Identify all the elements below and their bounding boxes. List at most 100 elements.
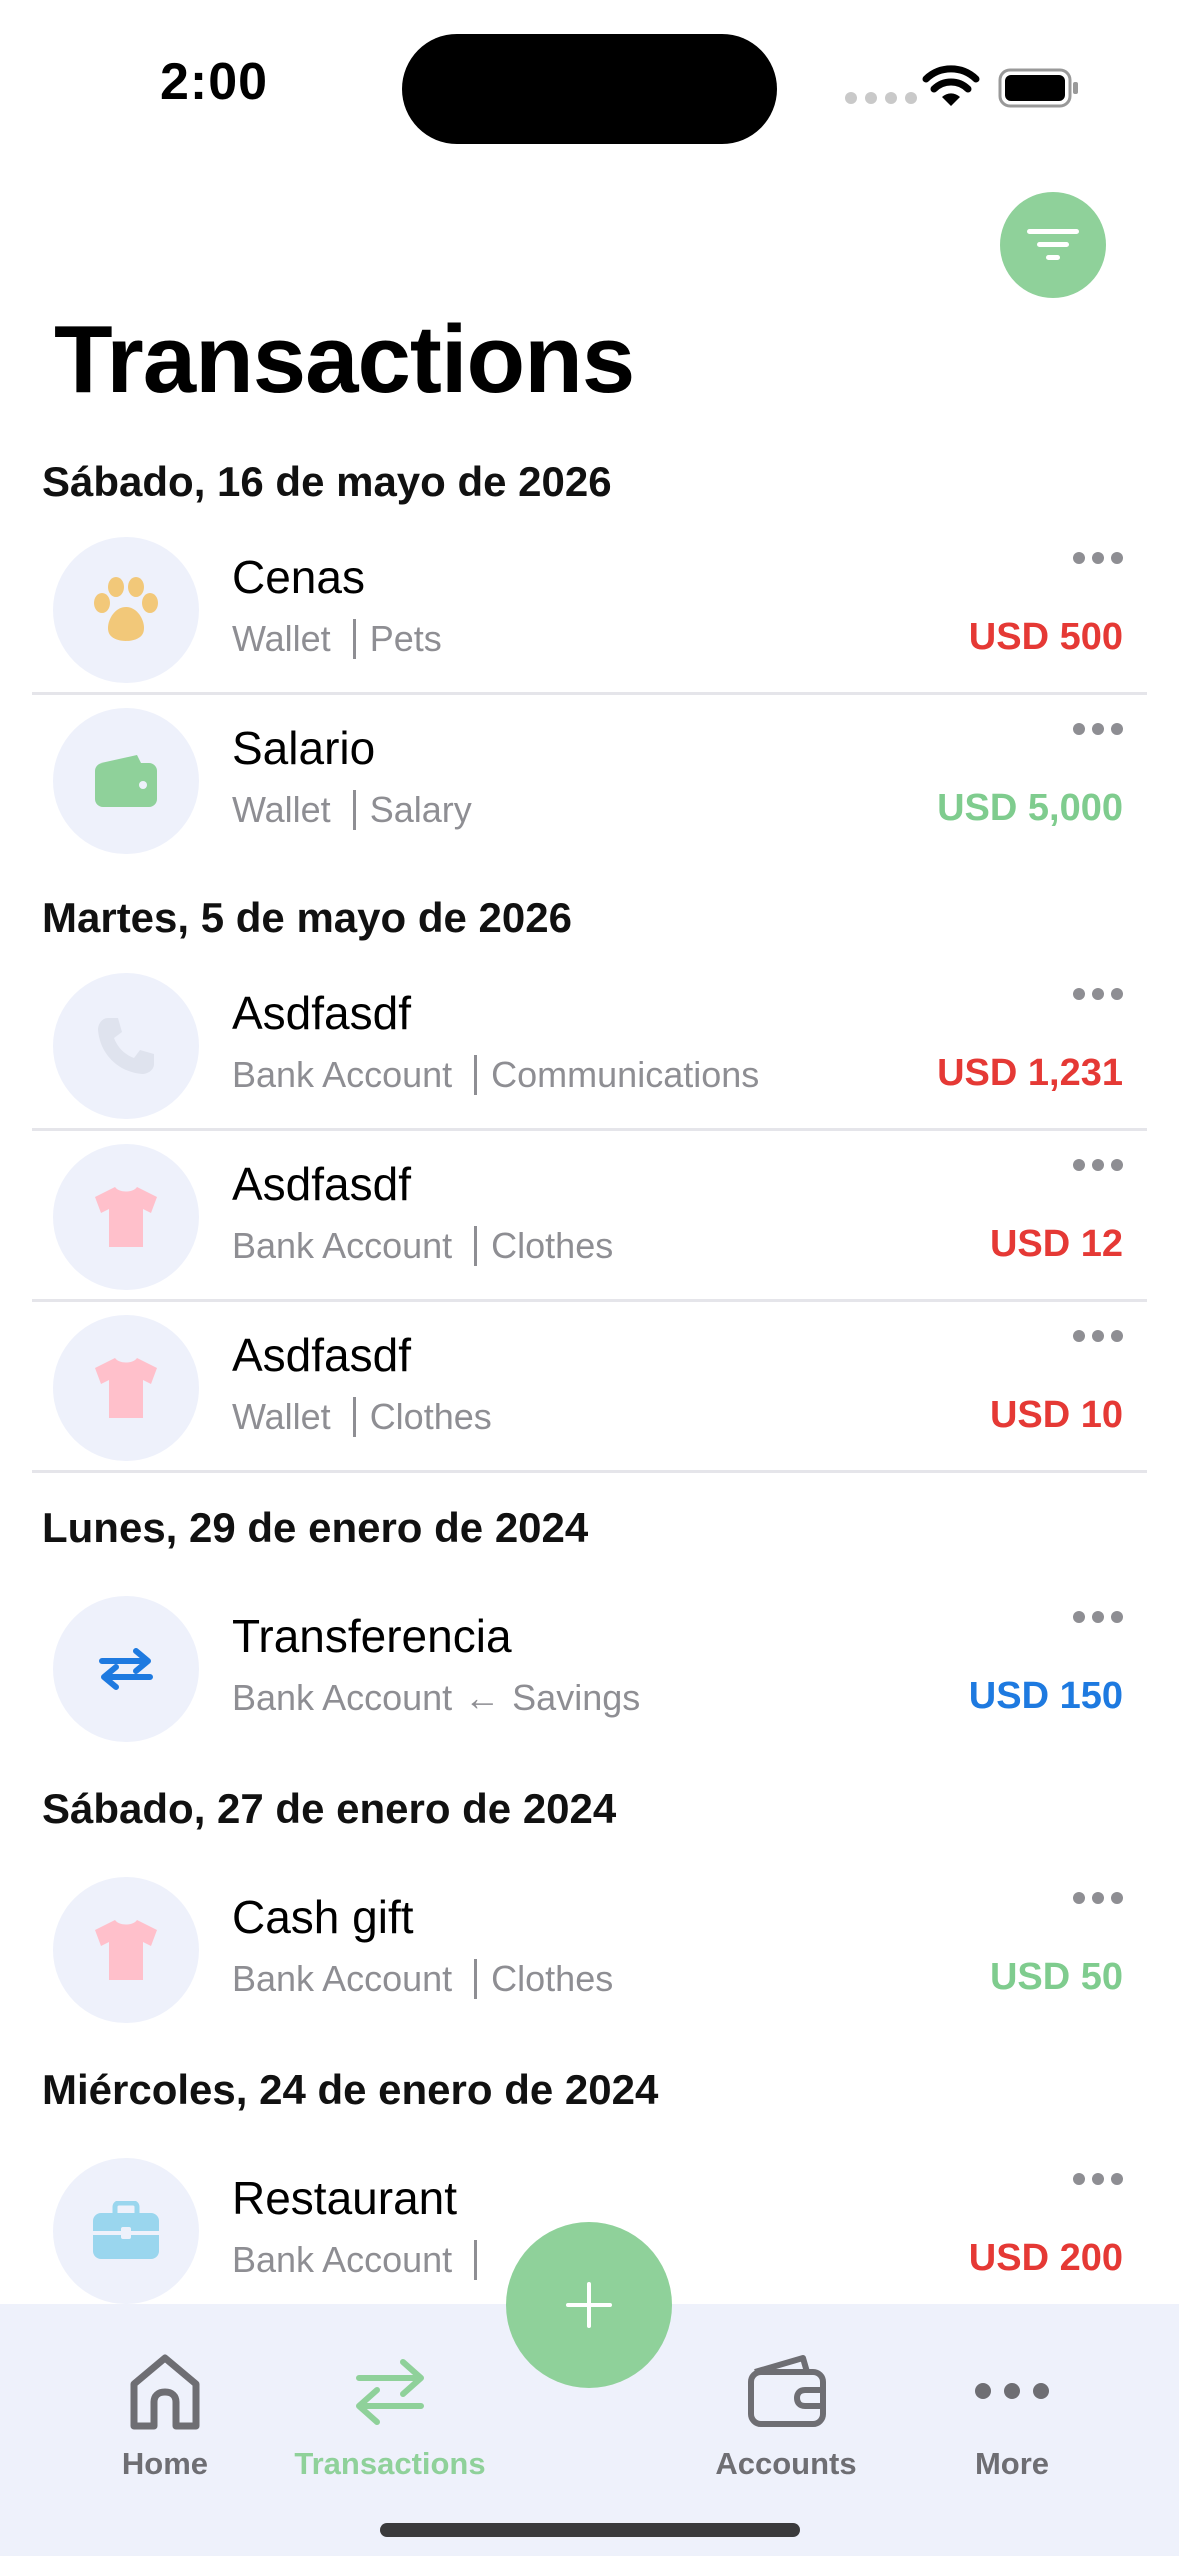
account-name: Bank Account [232,1958,453,1999]
transaction-amount: USD 10 [989,1394,1123,1436]
more-options-icon[interactable] [1073,1330,1123,1342]
transaction-title: Cash gift [232,1891,414,1943]
transaction-title: Cenas [232,551,365,603]
tab-label: Transactions [294,2446,486,2481]
account-name: Wallet [232,618,331,659]
transaction-title: Restaurant [232,2172,458,2224]
transaction-title: Asdfasdf [232,1329,411,1381]
page-title: Transactions [54,306,635,413]
category-name: Salary [369,789,472,830]
separator [474,2240,478,2280]
category-icon-circle [53,708,199,854]
transaction-row[interactable]: Cenas Wallet Pets USD 500 [32,524,1147,695]
transaction-subtitle: Bank Account Communications [232,1054,759,1096]
category-icon-circle [53,1315,199,1461]
briefcase-icon [93,2201,159,2259]
tshirt-icon [95,1920,157,1980]
add-transaction-button[interactable] [506,2222,672,2388]
wallet-icon [95,755,157,807]
separator [474,1226,478,1266]
battery-icon [998,68,1078,108]
tab-accounts[interactable]: Accounts [676,2346,896,2482]
tab-transactions[interactable]: Transactions [280,2346,500,2482]
status-time: 2:00 [160,53,269,111]
more-options-icon[interactable] [1073,1892,1123,1904]
more-options-icon[interactable] [1073,1611,1123,1623]
date-header: Miércoles, 24 de enero de 2024 [42,2066,659,2113]
category-name: Communications [491,1054,760,1095]
more-options-icon[interactable] [1073,723,1123,735]
account-name: Bank Account [232,2239,453,2280]
paw-icon [94,577,158,641]
transaction-row[interactable]: Transferencia Bank Account ← Savings USD… [32,1583,1147,1754]
transaction-subtitle: Bank Account Clothes [232,1958,613,2000]
transaction-row[interactable]: Cash gift Bank Account Clothes USD 50 [32,1864,1147,2035]
date-header: Martes, 5 de mayo de 2026 [42,894,572,941]
category-icon-circle [53,537,199,683]
wifi-icon [922,65,980,106]
dynamic-island [402,34,777,144]
tshirt-icon [95,1358,157,1418]
category-icon-circle [53,1596,199,1742]
filter-icon [1027,229,1079,260]
phone-icon [98,1018,154,1074]
more-options-icon[interactable] [1073,988,1123,1000]
transaction-subtitle: Bank Account Clothes [232,1225,613,1267]
account-name: Bank Account [232,1225,453,1266]
transaction-title: Asdfasdf [232,987,411,1039]
account-name: Bank Account [232,1054,453,1095]
transaction-title: Transferencia [232,1610,512,1662]
transaction-subtitle: Wallet Salary [232,789,472,831]
transaction-subtitle: Wallet Pets [232,618,442,660]
status-bar: 2:00 [0,0,1179,170]
more-options-icon[interactable] [1073,1159,1123,1171]
tab-home[interactable]: Home [55,2346,275,2482]
transaction-amount: USD 1,231 [937,1052,1123,1094]
transaction-amount: USD 150 [968,1675,1123,1717]
date-header: Sábado, 27 de enero de 2024 [42,1785,617,1832]
account-name: Wallet [232,1396,331,1437]
home-indicator [380,2523,800,2537]
category-icon-circle [53,1144,199,1290]
transaction-row[interactable]: Salario Wallet Salary USD 5,000 [32,695,1147,866]
category-name: Savings [512,1677,641,1718]
more-icon [975,2383,1049,2399]
transaction-amount: USD 12 [989,1223,1123,1265]
separator [352,619,356,659]
transaction-row[interactable]: Asdfasdf Wallet Clothes USD 10 [32,1302,1147,1473]
transactions-list[interactable]: Sábado, 16 de mayo de 2026 Cenas Wallet … [0,440,1179,2304]
separator [474,1055,478,1095]
more-options-icon[interactable] [1073,2173,1123,2185]
category-name: Clothes [491,1958,614,1999]
category-icon-circle [53,973,199,1119]
transfer-arrow: ← [464,1677,501,1718]
separator [352,1397,356,1437]
account-name: Wallet [232,789,331,830]
transaction-row[interactable]: Asdfasdf Bank Account Clothes USD 12 [32,1131,1147,1302]
tab-more[interactable]: More [902,2346,1122,2482]
transaction-amount: USD 5,000 [937,787,1123,829]
tab-label: More [974,2446,1050,2481]
category-name: Pets [369,618,442,659]
home-icon [130,2354,200,2430]
transfer-icon [99,1648,153,1690]
category-name: Clothes [369,1396,492,1437]
separator [474,1959,478,1999]
date-header: Sábado, 16 de mayo de 2026 [42,458,612,505]
transaction-subtitle: Bank Account [232,2239,491,2281]
cellular-signal-icon [845,92,917,104]
transaction-title: Salario [232,722,376,774]
plus-icon [566,2282,612,2328]
transaction-row[interactable]: Asdfasdf Bank Account Communications USD… [32,960,1147,1131]
separator [352,790,356,830]
category-name: Clothes [491,1225,614,1266]
more-options-icon[interactable] [1073,552,1123,564]
wallet-icon [748,2355,826,2427]
tab-label: Home [121,2446,209,2481]
category-icon-circle [53,1877,199,2023]
transaction-amount: USD 50 [989,1956,1123,1998]
category-icon-circle [53,2158,199,2304]
tshirt-icon [95,1187,157,1247]
filter-button[interactable] [1000,192,1106,298]
tab-label: Accounts [715,2446,857,2481]
